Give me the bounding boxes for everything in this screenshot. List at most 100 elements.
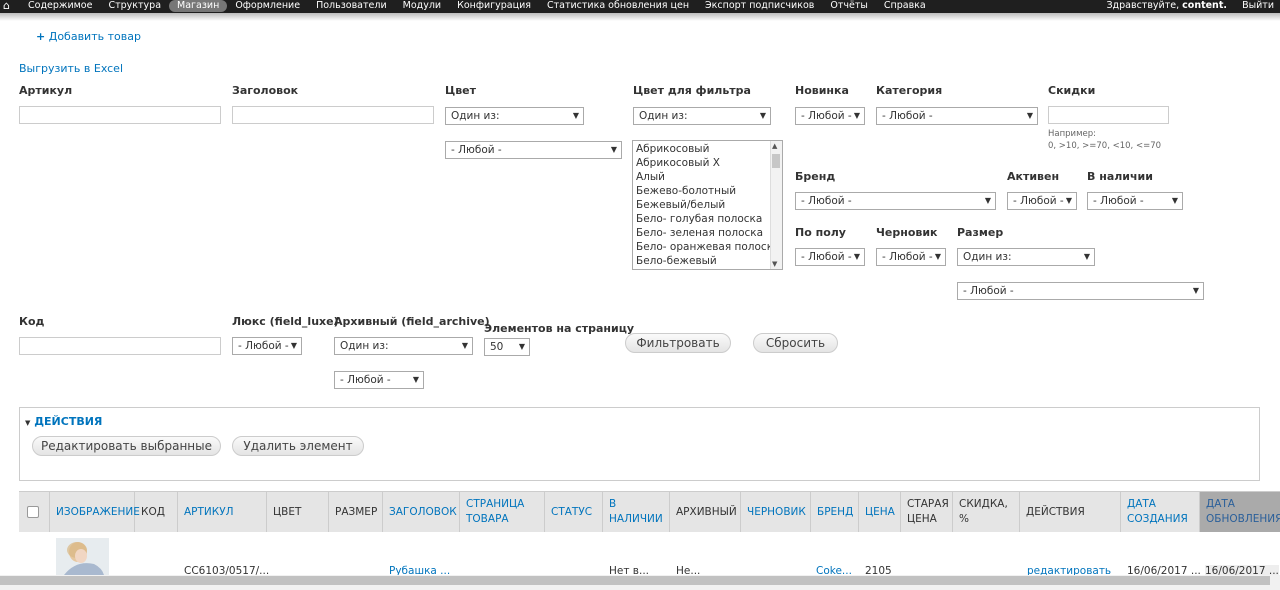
scroll-down-icon[interactable]: ▼ xyxy=(772,260,777,268)
column-actions: Действия xyxy=(1020,492,1121,532)
new-label: Новинка xyxy=(795,84,849,97)
discounts-input[interactable] xyxy=(1048,106,1169,124)
horizontal-scrollbar[interactable] xyxy=(0,575,1280,590)
menu-item-structure[interactable]: Структура xyxy=(100,0,169,12)
color-operator-value: Один из: xyxy=(451,110,500,122)
menu-item-price-stats[interactable]: Статистика обновления цен xyxy=(539,0,697,12)
listbox-option[interactable]: Бело- зеленая полоска xyxy=(633,226,782,240)
size-operator-select[interactable]: Один из: ▼ xyxy=(957,248,1095,266)
select-all-cell xyxy=(19,492,50,532)
filter-color-operator-select[interactable]: Один из: ▼ xyxy=(633,107,771,125)
category-select[interactable]: - Любой - ▼ xyxy=(876,107,1038,125)
brand-label: Бренд xyxy=(795,170,836,183)
column-product-page[interactable]: Страница товара xyxy=(460,492,545,532)
size-value-select[interactable]: - Любой - ▼ xyxy=(957,282,1204,300)
toolbar-shadow xyxy=(0,13,1280,21)
column-draft[interactable]: Черновик xyxy=(741,492,811,532)
new-select[interactable]: - Любой - ▼ xyxy=(795,107,865,125)
menu-item-subscribers-export[interactable]: Экспорт подписчиков xyxy=(697,0,822,12)
menu-item-reports[interactable]: Отчёты xyxy=(822,0,876,12)
dropdown-arrow-icon: ▼ xyxy=(610,145,617,154)
dropdown-arrow-icon: ▼ xyxy=(1026,111,1033,120)
listbox-option[interactable]: Бежевый/белый xyxy=(633,198,782,212)
archive-operator-select[interactable]: Один из: ▼ xyxy=(334,337,473,355)
filter-color-listbox[interactable]: Абрикосовый Абрикосовый Х Алый Бежево-бо… xyxy=(632,140,783,270)
archive-value-select[interactable]: - Любой - ▼ xyxy=(334,371,424,389)
listbox-option[interactable]: Алый xyxy=(633,170,782,184)
column-updated[interactable]: Дата обновления xyxy=(1200,492,1280,532)
actions-fieldset: ▼ ДЕЙСТВИЯ Редактировать выбранные Удали… xyxy=(19,407,1260,481)
dropdown-arrow-icon: ▼ xyxy=(1065,196,1072,205)
brand-select[interactable]: - Любой - ▼ xyxy=(795,192,996,210)
scrollbar-thumb[interactable] xyxy=(772,154,780,168)
home-icon[interactable]: ⌂ xyxy=(3,0,13,13)
color-operator-select[interactable]: Один из: ▼ xyxy=(445,107,584,125)
column-code: Код xyxy=(135,492,178,532)
export-excel-link[interactable]: Выгрузить в Excel xyxy=(19,62,123,75)
menu-item-users[interactable]: Пользователи xyxy=(308,0,395,12)
scrollbar-thumb[interactable] xyxy=(0,576,1270,585)
listbox-option[interactable]: Бело- оранжевая полоска xyxy=(633,240,782,254)
dropdown-arrow-icon: ▼ xyxy=(461,341,468,350)
product-thumbnail[interactable] xyxy=(56,538,109,575)
select-all-checkbox[interactable] xyxy=(27,506,39,518)
add-product-link[interactable]: + Добавить товар xyxy=(36,30,141,43)
size-operator-value: Один из: xyxy=(963,251,1012,263)
in-stock-select[interactable]: - Любой - ▼ xyxy=(1087,192,1183,210)
actions-toggle[interactable]: ▼ ДЕЙСТВИЯ xyxy=(25,415,102,428)
category-label: Категория xyxy=(876,84,943,97)
gender-value: - Любой - xyxy=(801,251,852,263)
luxe-select[interactable]: - Любой - ▼ xyxy=(232,337,302,355)
edit-selected-button[interactable]: Редактировать выбранные xyxy=(32,436,221,456)
menu-item-content[interactable]: Содержимое xyxy=(20,0,100,12)
menu-item-modules[interactable]: Модули xyxy=(395,0,449,12)
listbox-option[interactable]: Абрикосовый Х xyxy=(633,156,782,170)
product-photo xyxy=(56,538,109,575)
article-input[interactable] xyxy=(19,106,221,124)
per-page-label: Элементов на страницу xyxy=(484,322,635,335)
discounts-hint-examples: 0, >10, >=70, <10, <=70 xyxy=(1048,141,1162,151)
menu-item-appearance[interactable]: Оформление xyxy=(227,0,308,12)
username[interactable]: content. xyxy=(1182,0,1227,11)
column-image[interactable]: Изображение xyxy=(50,492,140,532)
color-value-select[interactable]: - Любой - ▼ xyxy=(445,141,622,159)
per-page-select[interactable]: 50 ▼ xyxy=(484,338,530,356)
delete-item-button[interactable]: Удалить элемент xyxy=(232,436,364,456)
column-price[interactable]: Цена xyxy=(859,492,901,532)
title-input[interactable] xyxy=(232,106,434,124)
listbox-option[interactable]: Бело-бежевый xyxy=(633,254,782,268)
in-stock-label: В наличии xyxy=(1087,170,1153,183)
discounts-hint: Например: xyxy=(1048,129,1096,139)
filter-color-label: Цвет для фильтра xyxy=(633,84,751,97)
dropdown-arrow-icon: ▼ xyxy=(290,341,297,350)
column-in-stock[interactable]: В наличии xyxy=(603,492,670,532)
menu-item-shop[interactable]: Магазин xyxy=(169,0,228,12)
column-created[interactable]: Дата создания xyxy=(1121,492,1200,532)
listbox-option[interactable]: Бело- голубая полоска xyxy=(633,212,782,226)
menu-item-configuration[interactable]: Конфигурация xyxy=(449,0,539,12)
add-product-label[interactable]: Добавить товар xyxy=(49,30,141,43)
article-label: Артикул xyxy=(19,84,73,97)
filter-button[interactable]: Фильтровать xyxy=(625,333,731,353)
scroll-up-icon[interactable]: ▲ xyxy=(772,142,777,150)
gender-select[interactable]: - Любой - ▼ xyxy=(795,248,865,266)
listbox-option[interactable]: Бежево-болотный xyxy=(633,184,782,198)
active-select[interactable]: - Любой - ▼ xyxy=(1007,192,1077,210)
logout-link[interactable]: Выйти xyxy=(1242,0,1274,11)
column-title[interactable]: Заголовок xyxy=(383,492,460,532)
column-size: Размер xyxy=(329,492,383,532)
discounts-label: Скидки xyxy=(1048,84,1096,97)
listbox-option[interactable]: Абрикосовый xyxy=(633,142,782,156)
column-status[interactable]: Статус xyxy=(545,492,603,532)
active-value: - Любой - xyxy=(1013,195,1064,207)
listbox-scrollbar[interactable]: ▲ ▼ xyxy=(770,141,782,269)
draft-select[interactable]: - Любой - ▼ xyxy=(876,248,946,266)
title-label: Заголовок xyxy=(232,84,299,97)
column-article[interactable]: Артикул xyxy=(178,492,267,532)
column-brand[interactable]: Бренд xyxy=(811,492,859,532)
menu-item-help[interactable]: Справка xyxy=(876,0,934,12)
reset-button[interactable]: Сбросить xyxy=(753,333,838,353)
code-input[interactable] xyxy=(19,337,221,355)
dropdown-arrow-icon: ▼ xyxy=(934,252,941,261)
filter-color-operator-value: Один из: xyxy=(639,110,688,122)
